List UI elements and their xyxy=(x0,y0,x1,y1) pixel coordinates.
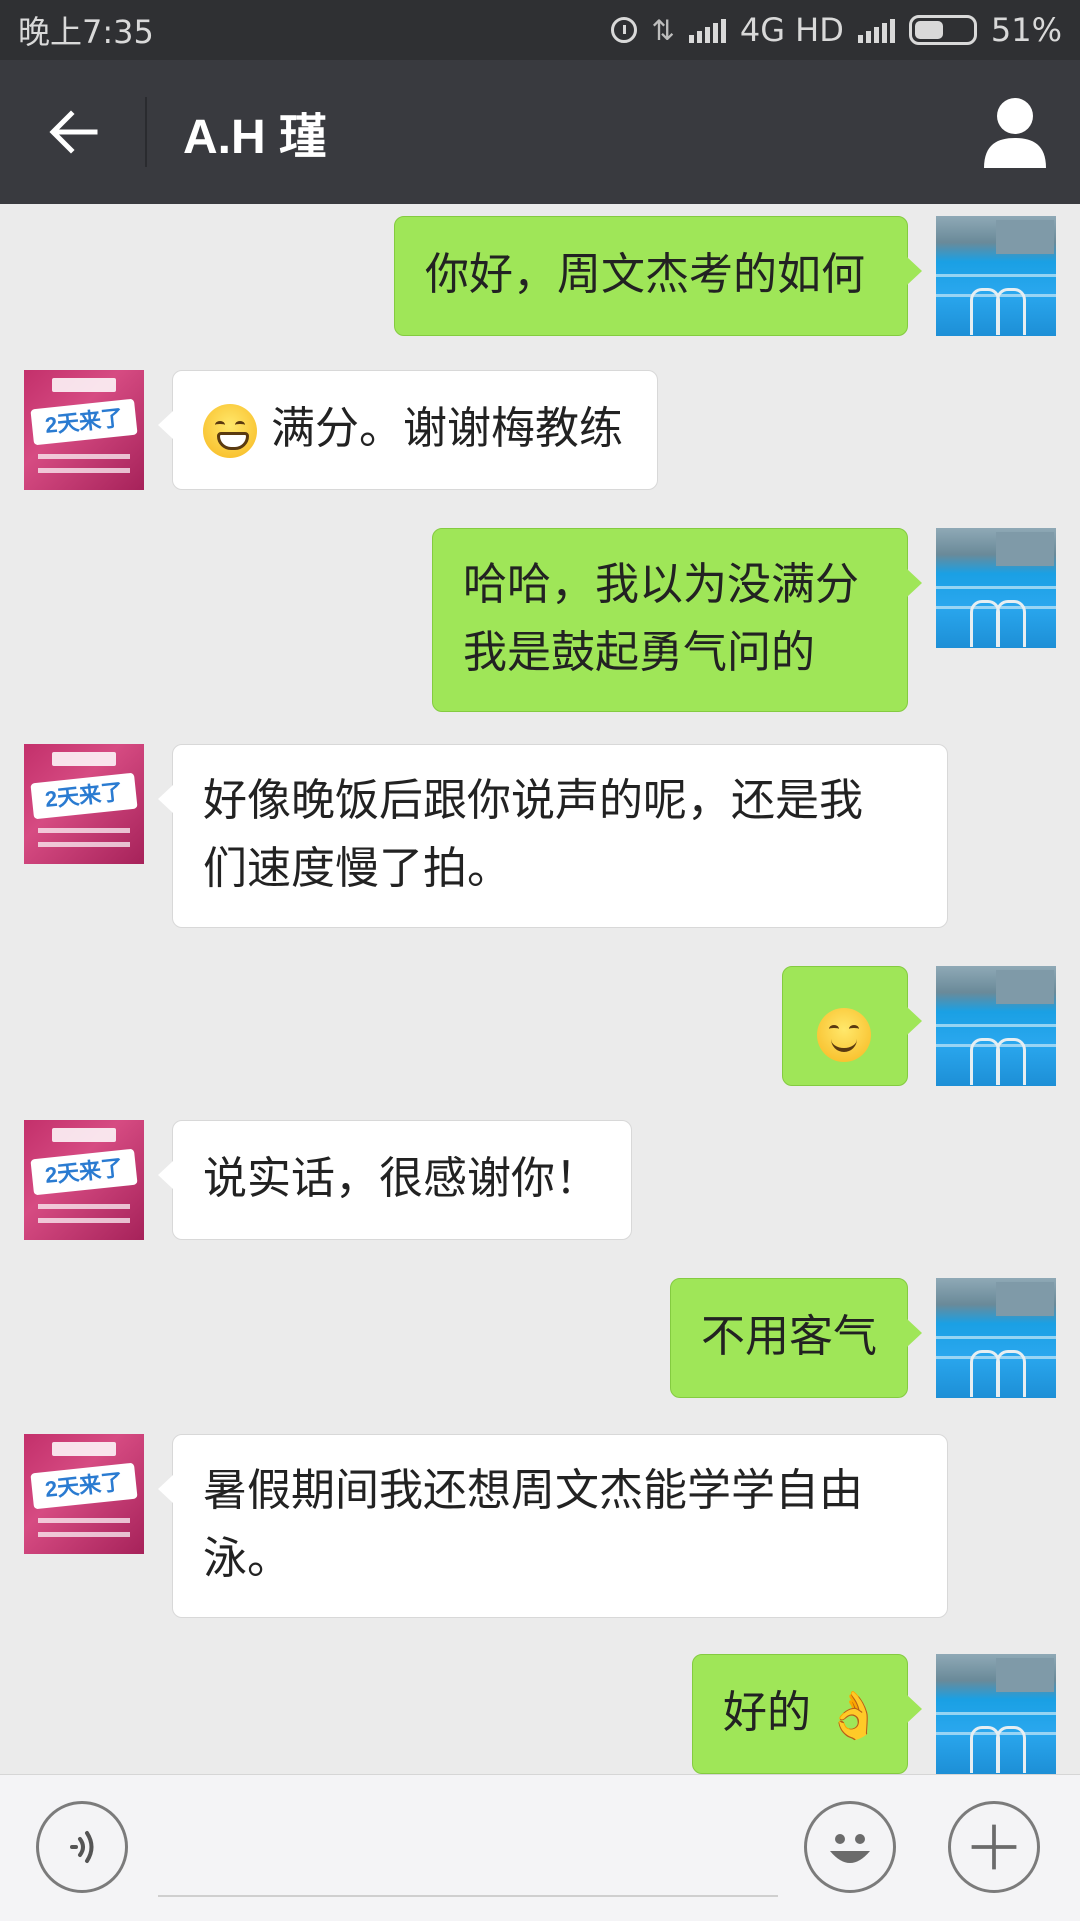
message-line: 暑假期间我还想周文杰能学学自由 xyxy=(203,1465,863,1516)
status-bar: 晚上7:35 ⇅ 4G HD 51% xyxy=(0,0,1080,60)
voice-button[interactable] xyxy=(36,1801,128,1893)
network-type: 4G HD xyxy=(739,11,844,49)
input-bar xyxy=(0,1774,1080,1921)
profile-button[interactable] xyxy=(980,94,1050,170)
chat-title: A.H 瑾 xyxy=(183,111,328,164)
contact-avatar[interactable]: 2天来了 xyxy=(24,1120,144,1240)
my-avatar[interactable] xyxy=(936,1278,1056,1398)
message-bubble-outgoing[interactable] xyxy=(782,966,922,1086)
emoji-icon xyxy=(830,1834,870,1863)
avatar-text: 2天来了 xyxy=(30,398,138,446)
header-divider xyxy=(145,97,147,167)
voice-icon xyxy=(70,1831,94,1863)
my-avatar[interactable] xyxy=(936,216,1056,336)
plus-icon xyxy=(971,1824,1017,1870)
message-text: 说实话，很感谢你！ xyxy=(203,1153,599,1204)
status-time: 晚上7:35 xyxy=(18,13,154,51)
message-line: 我是鼓起勇气问的 xyxy=(463,627,815,678)
message-line: 们速度慢了拍。 xyxy=(203,843,511,894)
battery-icon xyxy=(908,15,977,45)
contact-avatar[interactable]: 2天来了 xyxy=(24,370,144,490)
battery-percent: 51% xyxy=(990,11,1062,49)
data-transfer-icon: ⇅ xyxy=(651,13,675,47)
contact-avatar[interactable]: 2天来了 xyxy=(24,1434,144,1554)
grinning-face-icon xyxy=(203,404,257,458)
avatar-text: 2天来了 xyxy=(30,772,138,820)
message-text: 不用客气 xyxy=(701,1311,877,1362)
emoji-button[interactable] xyxy=(804,1801,896,1893)
message-bubble-outgoing[interactable]: 好的 👌 xyxy=(692,1654,922,1774)
message-text: 满分。谢谢梅教练 xyxy=(271,403,623,454)
more-button[interactable] xyxy=(948,1801,1040,1893)
smiling-face-icon xyxy=(817,1008,871,1062)
message-input[interactable] xyxy=(158,1895,778,1897)
message-text: 好的 xyxy=(723,1687,811,1738)
back-button[interactable] xyxy=(0,60,145,204)
my-avatar[interactable] xyxy=(936,966,1056,1086)
alarm-icon xyxy=(611,17,638,43)
person-icon xyxy=(984,98,1046,168)
message-line: 泳。 xyxy=(203,1533,291,1584)
message-bubble-incoming[interactable]: 暑假期间我还想周文杰能学学自由 泳。 xyxy=(158,1434,948,1618)
my-avatar[interactable] xyxy=(936,1654,1056,1774)
message-line: 好像晚饭后跟你说声的呢，还是我 xyxy=(203,775,863,826)
avatar-text: 2天来了 xyxy=(30,1148,138,1196)
message-text: 你好，周文杰考的如何 xyxy=(425,249,865,300)
message-bubble-incoming[interactable]: 说实话，很感谢你！ xyxy=(158,1120,632,1240)
signal-icon xyxy=(688,17,726,43)
arrow-left-icon xyxy=(48,110,97,154)
my-avatar[interactable] xyxy=(936,528,1056,648)
message-bubble-incoming[interactable]: 好像晚饭后跟你说声的呢，还是我 们速度慢了拍。 xyxy=(158,744,948,928)
contact-avatar[interactable]: 2天来了 xyxy=(24,744,144,864)
signal-icon-2 xyxy=(857,17,895,43)
chat-header: A.H 瑾 xyxy=(0,60,1080,204)
message-bubble-outgoing[interactable]: 哈哈，我以为没满分 我是鼓起勇气问的 xyxy=(432,528,922,712)
message-bubble-incoming[interactable]: 满分。谢谢梅教练 xyxy=(158,370,658,490)
ok-hand-icon: 👌 xyxy=(825,1688,883,1742)
message-bubble-outgoing[interactable]: 你好，周文杰考的如何 xyxy=(394,216,922,336)
message-line: 哈哈，我以为没满分 xyxy=(463,559,859,610)
message-bubble-outgoing[interactable]: 不用客气 xyxy=(670,1278,922,1398)
message-list[interactable]: 你好，周文杰考的如何 2天来了 满分。谢谢梅教练 哈哈，我以为没满分 我是鼓起勇… xyxy=(0,204,1080,1774)
avatar-text: 2天来了 xyxy=(30,1462,138,1510)
